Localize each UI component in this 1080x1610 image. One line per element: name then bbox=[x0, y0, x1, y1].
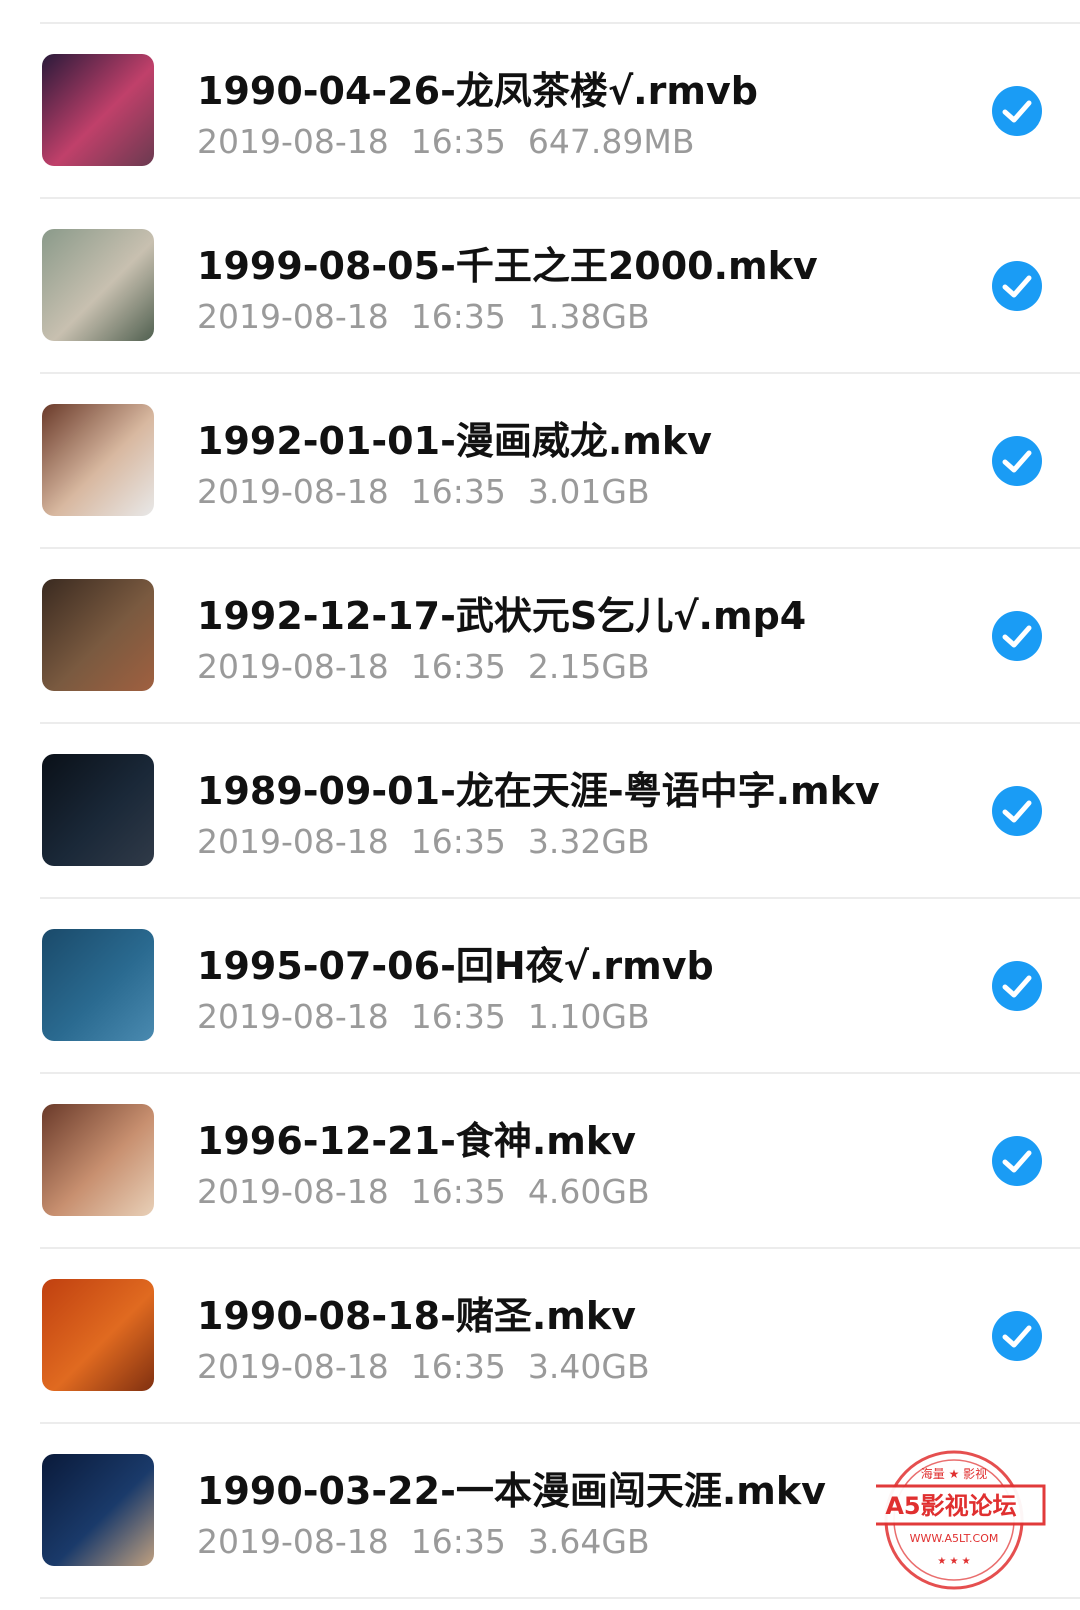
file-size: 1.38GB bbox=[527, 297, 650, 336]
file-meta: 2019-08-18 16:35 1.38GB bbox=[197, 297, 672, 336]
file-size: 3.32GB bbox=[527, 822, 650, 861]
file-row[interactable]: 1999-08-05-千王之王2000.mkv 2019-08-18 16:35 1.… bbox=[0, 199, 1080, 374]
file-time: 16:35 bbox=[410, 647, 506, 686]
selected-check-icon[interactable] bbox=[992, 1311, 1042, 1361]
video-thumbnail bbox=[42, 404, 154, 516]
file-size: 1.10GB bbox=[527, 997, 650, 1036]
video-thumbnail bbox=[42, 1454, 154, 1566]
file-name: 1990-04-26-龙凤茶楼√.rmvb bbox=[197, 69, 758, 113]
file-date: 2019-08-18 bbox=[197, 1522, 389, 1561]
file-meta: 2019-08-18 16:35 3.01GB bbox=[197, 472, 672, 511]
file-meta: 2019-08-18 16:35 3.32GB bbox=[197, 822, 672, 861]
selected-check-icon[interactable] bbox=[992, 1136, 1042, 1186]
watermark-main-text: A5影视论坛 bbox=[885, 1492, 1016, 1520]
file-date: 2019-08-18 bbox=[197, 122, 389, 161]
file-date: 2019-08-18 bbox=[197, 1347, 389, 1386]
video-thumbnail bbox=[42, 929, 154, 1041]
selected-check-icon[interactable] bbox=[992, 436, 1042, 486]
file-date: 2019-08-18 bbox=[197, 297, 389, 336]
file-row[interactable]: 1989-09-01-龙在天涯-粤语中字.mkv 2019-08-18 16:35 3… bbox=[0, 724, 1080, 899]
file-meta: 2019-08-18 16:35 1.10GB bbox=[197, 997, 672, 1036]
video-thumbnail bbox=[42, 229, 154, 341]
file-time: 16:35 bbox=[410, 1522, 506, 1561]
file-time: 16:35 bbox=[410, 122, 506, 161]
file-name: 1992-12-17-武状元S乞儿√.mp4 bbox=[197, 594, 807, 638]
file-row[interactable]: 1996-12-21-食神.mkv 2019-08-18 16:35 4.60GB bbox=[0, 1074, 1080, 1249]
selected-check-icon[interactable] bbox=[992, 86, 1042, 136]
file-date: 2019-08-18 bbox=[197, 822, 389, 861]
file-time: 16:35 bbox=[410, 1172, 506, 1211]
file-size: 4.60GB bbox=[527, 1172, 650, 1211]
file-meta: 2019-08-18 16:35 647.89MB bbox=[197, 122, 716, 161]
file-name: 1996-12-21-食神.mkv bbox=[197, 1119, 636, 1163]
file-row[interactable]: 1992-12-17-武状元S乞儿√.mp4 2019-08-18 16:35 2.1… bbox=[0, 549, 1080, 724]
selected-check-icon[interactable] bbox=[992, 961, 1042, 1011]
video-thumbnail bbox=[42, 1104, 154, 1216]
file-time: 16:35 bbox=[410, 297, 506, 336]
file-name: 1990-03-22-一本漫画闯天涯.mkv bbox=[197, 1469, 826, 1513]
file-name: 1990-08-18-赌圣.mkv bbox=[197, 1294, 636, 1338]
video-thumbnail bbox=[42, 579, 154, 691]
file-date: 2019-08-18 bbox=[197, 1172, 389, 1211]
selected-check-icon[interactable] bbox=[992, 786, 1042, 836]
video-thumbnail bbox=[42, 54, 154, 166]
file-row[interactable]: 1992-01-01-漫画威龙.mkv 2019-08-18 16:35 3.01GB bbox=[0, 374, 1080, 549]
file-row[interactable]: 1990-04-26-龙凤茶楼√.rmvb 2019-08-18 16:35 647.… bbox=[0, 24, 1080, 199]
file-name: 1989-09-01-龙在天涯-粤语中字.mkv bbox=[197, 769, 880, 813]
file-time: 16:35 bbox=[410, 1347, 506, 1386]
file-size: 3.01GB bbox=[527, 472, 650, 511]
file-size: 3.40GB bbox=[527, 1347, 650, 1386]
file-name: 1999-08-05-千王之王2000.mkv bbox=[197, 244, 818, 288]
file-time: 16:35 bbox=[410, 822, 506, 861]
file-date: 2019-08-18 bbox=[197, 997, 389, 1036]
file-size: 3.64GB bbox=[527, 1522, 650, 1561]
file-row[interactable]: 1995-07-06-回H夜√.rmvb 2019-08-18 16:35 1.10G… bbox=[0, 899, 1080, 1074]
file-size: 647.89MB bbox=[527, 122, 695, 161]
selected-check-icon[interactable] bbox=[992, 261, 1042, 311]
file-name: 1995-07-06-回H夜√.rmvb bbox=[197, 944, 714, 988]
file-row[interactable]: 1990-08-18-赌圣.mkv 2019-08-18 16:35 3.40GB bbox=[0, 1249, 1080, 1424]
file-time: 16:35 bbox=[410, 997, 506, 1036]
file-meta: 2019-08-18 16:35 3.64GB bbox=[197, 1522, 672, 1561]
svg-text:★ ★ ★: ★ ★ ★ bbox=[937, 1556, 970, 1567]
video-thumbnail bbox=[42, 1279, 154, 1391]
file-meta: 2019-08-18 16:35 2.15GB bbox=[197, 647, 672, 686]
file-time: 16:35 bbox=[410, 472, 506, 511]
file-size: 2.15GB bbox=[527, 647, 650, 686]
watermark-url-text: WWW.A5LT.COM bbox=[910, 1532, 999, 1545]
watermark-stamp: 海量 ★ 影视 A5影视论坛 WWW.A5LT.COM ★ ★ ★ bbox=[856, 1440, 1076, 1606]
file-name: 1992-01-01-漫画威龙.mkv bbox=[197, 419, 712, 463]
selected-check-icon[interactable] bbox=[992, 611, 1042, 661]
video-thumbnail bbox=[42, 754, 154, 866]
file-date: 2019-08-18 bbox=[197, 472, 389, 511]
file-meta: 2019-08-18 16:35 3.40GB bbox=[197, 1347, 672, 1386]
file-date: 2019-08-18 bbox=[197, 647, 389, 686]
watermark-top-text: 海量 ★ 影视 bbox=[921, 1466, 987, 1481]
file-meta: 2019-08-18 16:35 4.60GB bbox=[197, 1172, 672, 1211]
